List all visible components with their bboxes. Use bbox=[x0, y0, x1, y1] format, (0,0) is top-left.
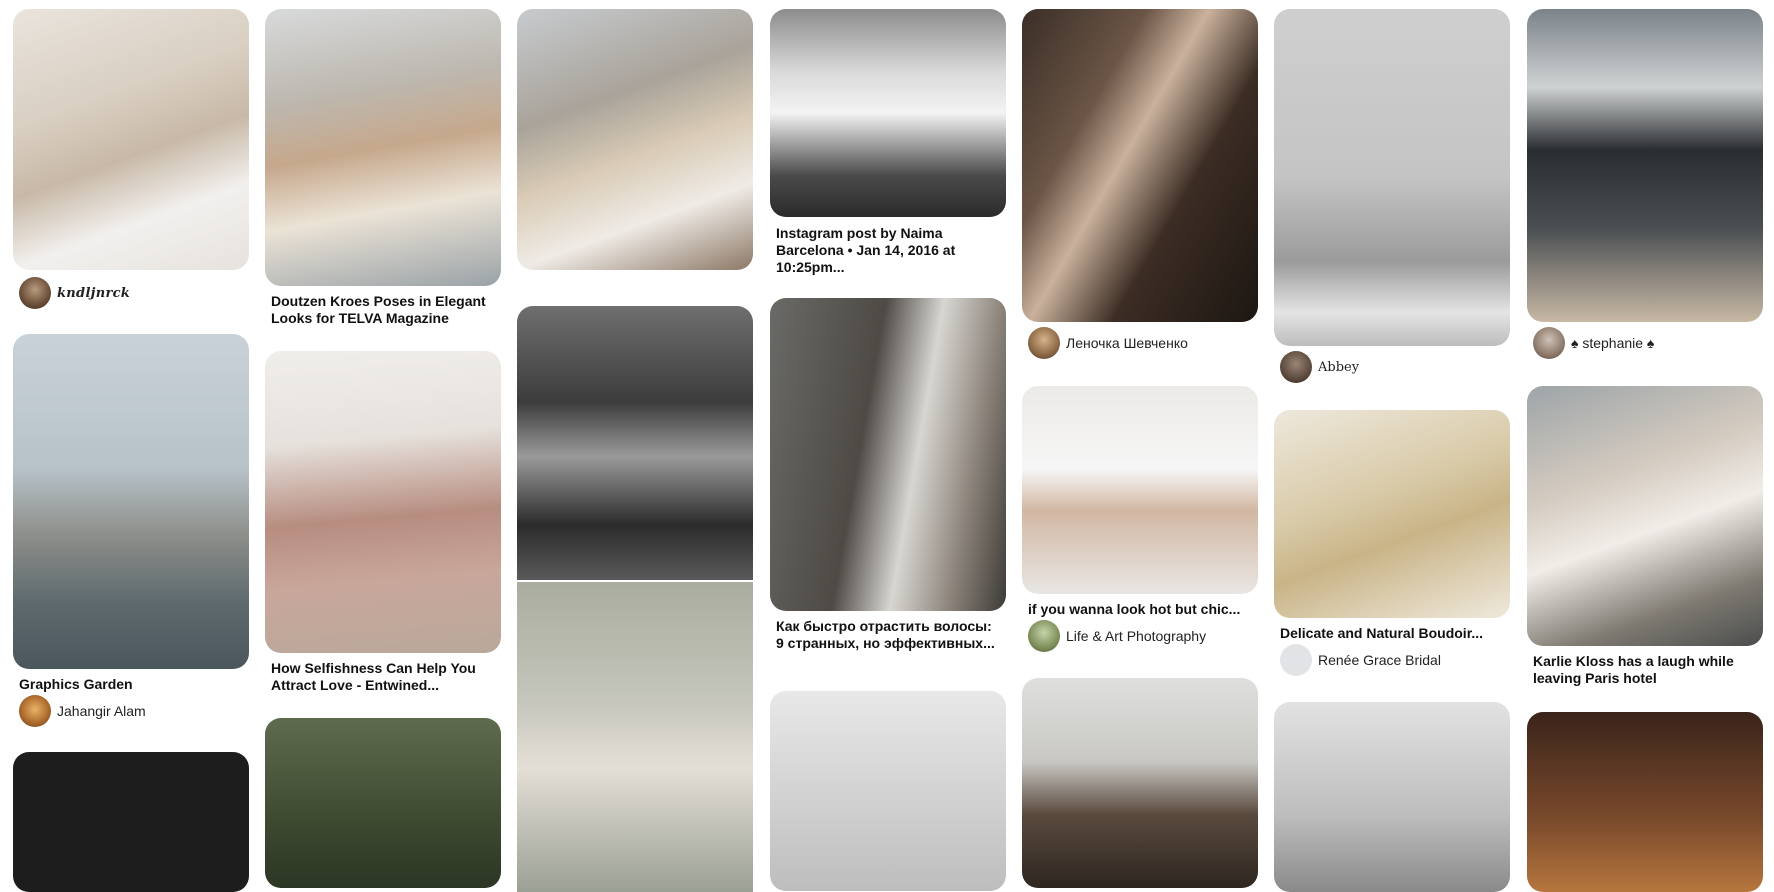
pin-image[interactable] bbox=[265, 351, 501, 653]
pin-image[interactable] bbox=[1274, 9, 1510, 346]
creator-name: Renée Grace Bridal bbox=[1318, 652, 1441, 668]
avatar bbox=[1280, 351, 1312, 383]
pin-image[interactable] bbox=[1274, 410, 1510, 618]
pin-title[interactable]: Как быстро отрастить волосы: 9 странных,… bbox=[776, 618, 1000, 652]
creator-name: Jahangir Alam bbox=[57, 703, 146, 719]
pin-image[interactable] bbox=[265, 718, 501, 888]
pin-title[interactable]: Delicate and Natural Boudoir... bbox=[1280, 625, 1504, 642]
avatar bbox=[1533, 327, 1565, 359]
pin-creator[interactable]: Life & Art Photography bbox=[1028, 620, 1206, 652]
pin-image[interactable] bbox=[517, 306, 753, 580]
creator-name: kndljnrck bbox=[57, 285, 131, 301]
pin-image[interactable] bbox=[1527, 9, 1763, 322]
pin-image[interactable] bbox=[770, 9, 1006, 217]
avatar bbox=[1028, 620, 1060, 652]
creator-name: Леночка Шевченко bbox=[1066, 335, 1188, 351]
pin-image[interactable] bbox=[1274, 702, 1510, 892]
pin-creator[interactable]: Abbey bbox=[1280, 351, 1359, 383]
pin-creator[interactable]: Jahangir Alam bbox=[19, 695, 146, 727]
avatar bbox=[1280, 644, 1312, 676]
pin-title[interactable]: Instagram post by Naima Barcelona • Jan … bbox=[776, 225, 1000, 276]
pin-image[interactable] bbox=[13, 752, 249, 892]
pin-image[interactable] bbox=[770, 691, 1006, 891]
avatar bbox=[19, 277, 51, 309]
pin-image[interactable] bbox=[770, 298, 1006, 611]
pin-image[interactable] bbox=[517, 582, 753, 892]
pin-creator[interactable]: ♠ stephanie ♠ bbox=[1533, 327, 1654, 359]
pin-image[interactable] bbox=[265, 9, 501, 286]
avatar bbox=[1028, 327, 1060, 359]
pin-image[interactable] bbox=[1022, 9, 1258, 322]
pin-creator[interactable]: kndljnrck bbox=[19, 277, 130, 309]
pin-title[interactable]: Karlie Kloss has a laugh while leaving P… bbox=[1533, 653, 1757, 687]
avatar bbox=[19, 695, 51, 727]
pin-image[interactable] bbox=[1022, 386, 1258, 594]
pin-title[interactable]: if you wanna look hot but chic... bbox=[1028, 601, 1252, 618]
pin-image[interactable] bbox=[1022, 678, 1258, 888]
pin-title[interactable]: Graphics Garden bbox=[19, 676, 243, 693]
pin-title[interactable]: Doutzen Kroes Poses in Elegant Looks for… bbox=[271, 293, 495, 327]
pin-creator[interactable]: Renée Grace Bridal bbox=[1280, 644, 1441, 676]
pin-image[interactable] bbox=[517, 9, 753, 270]
creator-name: Life & Art Photography bbox=[1066, 628, 1207, 644]
creator-name: Abbey bbox=[1318, 359, 1360, 375]
pin-image[interactable] bbox=[13, 334, 249, 669]
creator-name: ♠ stephanie ♠ bbox=[1571, 335, 1655, 351]
pin-creator[interactable]: Леночка Шевченко bbox=[1028, 327, 1188, 359]
pin-image[interactable] bbox=[1527, 386, 1763, 646]
pin-title[interactable]: How Selfishness Can Help You Attract Lov… bbox=[271, 660, 495, 694]
pin-image[interactable] bbox=[13, 9, 249, 270]
pin-image[interactable] bbox=[1527, 712, 1763, 892]
